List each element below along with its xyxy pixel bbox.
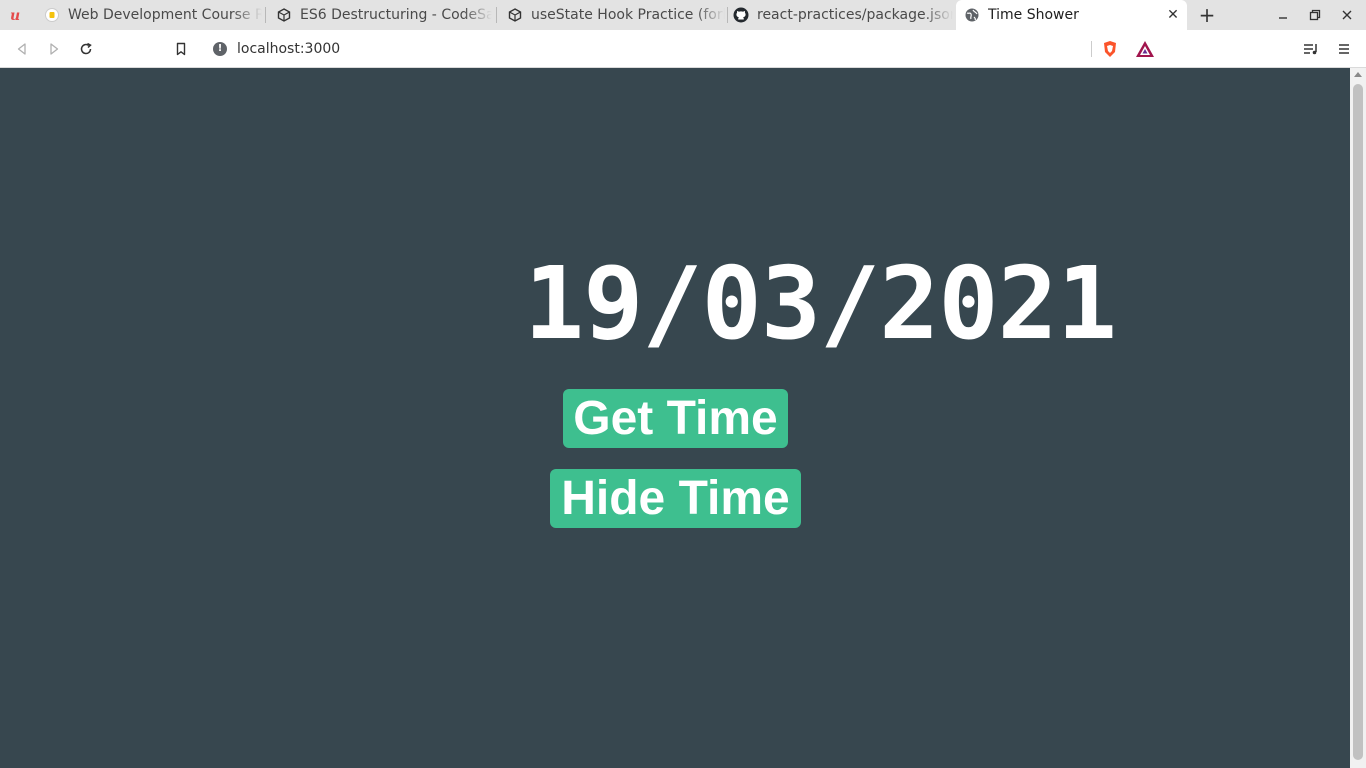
get-time-button[interactable]: Get Time bbox=[563, 389, 788, 448]
tab-title: react-practices/package.json bbox=[757, 7, 953, 23]
hide-time-button[interactable]: Hide Time bbox=[550, 469, 801, 528]
main-menu-button[interactable] bbox=[1333, 38, 1355, 60]
back-arrow-icon bbox=[17, 43, 26, 55]
bookmark-icon bbox=[176, 42, 186, 56]
forward-arrow-icon bbox=[50, 43, 59, 55]
tab-title: ES6 Destructuring - CodeSan bbox=[300, 7, 492, 23]
github-icon bbox=[733, 7, 749, 23]
hamburger-menu-icon bbox=[1339, 44, 1349, 54]
tab-title: useState Hook Practice (fork bbox=[531, 7, 725, 23]
address-divider bbox=[1091, 41, 1092, 57]
tab-web-dev-course[interactable]: Web Development Course Re bbox=[40, 0, 262, 30]
vertical-scrollbar[interactable] bbox=[1350, 68, 1366, 768]
tab-strip: u Web Development Course Re ES6 Destruct… bbox=[0, 0, 1366, 30]
reload-button[interactable] bbox=[75, 38, 97, 60]
forward-button[interactable] bbox=[43, 38, 65, 60]
tab-title: Time Shower bbox=[988, 7, 1079, 23]
tab-separator bbox=[265, 7, 266, 23]
browser-toolbar: ! localhost:3000 bbox=[0, 30, 1366, 68]
page-content: 19/03/2021 Get Time Hide Time bbox=[0, 68, 1350, 768]
close-window-icon[interactable] bbox=[1337, 5, 1357, 25]
back-button[interactable] bbox=[11, 38, 33, 60]
playlist-icon bbox=[1304, 44, 1317, 55]
address-text: localhost:3000 bbox=[237, 41, 341, 57]
svg-text:u: u bbox=[10, 8, 20, 23]
codesandbox-icon bbox=[507, 7, 523, 23]
site-info-icon[interactable]: ! bbox=[213, 42, 227, 56]
new-tab-plus-icon[interactable]: + bbox=[1196, 4, 1218, 26]
udemy-icon: u bbox=[8, 7, 24, 23]
bookmark-button[interactable] bbox=[170, 38, 192, 60]
address-bar[interactable]: ! localhost:3000 bbox=[203, 35, 1163, 63]
udemy-course-icon bbox=[44, 7, 60, 23]
tab-es6-destructuring[interactable]: ES6 Destructuring - CodeSan bbox=[272, 0, 492, 30]
brave-shields-icon[interactable] bbox=[1101, 40, 1119, 58]
tab-title: Web Development Course Re bbox=[68, 7, 262, 23]
tab-separator bbox=[496, 7, 497, 23]
minimize-icon[interactable] bbox=[1273, 5, 1293, 25]
scrollbar-thumb[interactable] bbox=[1353, 84, 1363, 760]
tab-react-practices-package[interactable]: react-practices/package.json bbox=[733, 0, 953, 30]
media-playlist-button[interactable] bbox=[1300, 38, 1322, 60]
tab-usestate-hook-practice[interactable]: useState Hook Practice (fork bbox=[503, 0, 725, 30]
tab-udemy-logo[interactable]: u bbox=[8, 0, 32, 30]
restore-icon[interactable] bbox=[1305, 5, 1325, 25]
time-display: 19/03/2021 bbox=[524, 245, 1117, 362]
close-tab-icon[interactable]: ✕ bbox=[1165, 7, 1181, 23]
reload-icon bbox=[80, 42, 92, 55]
scroll-up-arrow-icon[interactable] bbox=[1354, 72, 1362, 77]
tab-time-shower[interactable]: Time Shower ✕ bbox=[956, 0, 1187, 30]
brave-rewards-icon[interactable] bbox=[1135, 40, 1155, 58]
codesandbox-icon bbox=[276, 7, 292, 23]
tab-separator bbox=[727, 7, 728, 23]
globe-icon bbox=[964, 7, 980, 23]
